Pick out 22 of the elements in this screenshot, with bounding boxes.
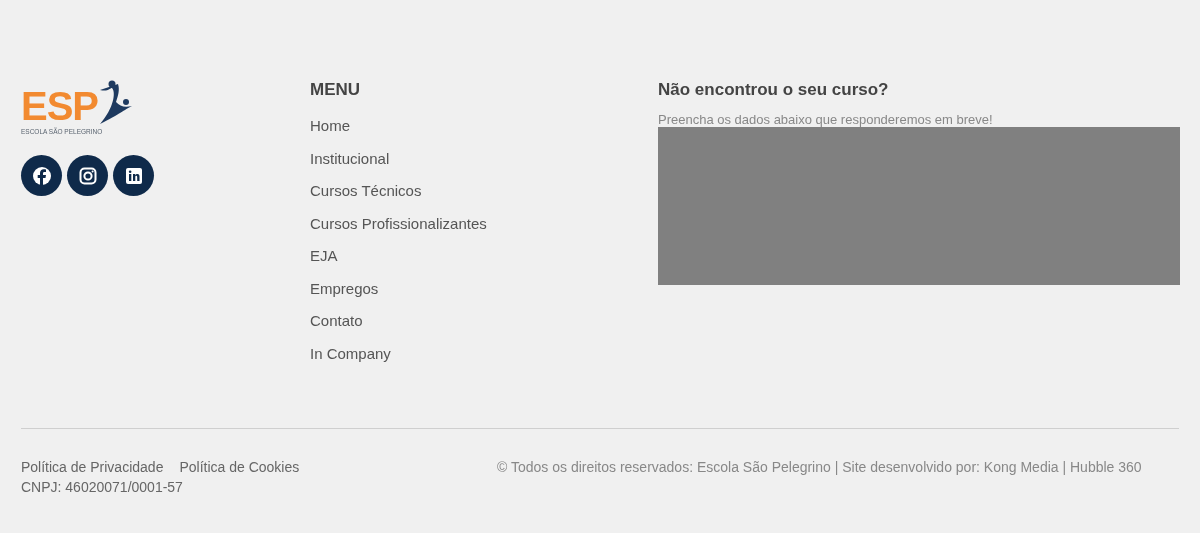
copyright-text: © Todos os direitos reservados: Escola São Pelegrino | Site desenvolvido por: Kong Media | Hubble 360 bbox=[497, 458, 1143, 477]
menu-link[interactable]: Empregos bbox=[310, 272, 379, 305]
menu-link[interactable]: Institucional bbox=[310, 142, 390, 175]
policy-link[interactable]: Política de Cookies bbox=[179, 457, 300, 477]
menu-link[interactable]: Cursos Profissionalizantes bbox=[310, 207, 487, 240]
facebook-icon bbox=[31, 165, 52, 186]
contact-title: Não encontrou o seu curso? bbox=[658, 80, 890, 100]
menu-link[interactable]: Cursos Técnicos bbox=[310, 175, 422, 208]
instagram-icon bbox=[77, 165, 98, 186]
linkedin-icon bbox=[123, 165, 144, 186]
social-button[interactable] bbox=[67, 155, 108, 196]
menu-link[interactable]: EJA bbox=[310, 240, 338, 273]
menu-link[interactable]: Contato bbox=[310, 305, 363, 338]
cnpj-text: CNPJ: 46020071/0001-57 bbox=[21, 478, 184, 497]
menu-link[interactable]: Home bbox=[310, 110, 350, 143]
social-button[interactable] bbox=[21, 155, 62, 196]
policy-link[interactable]: Política de Privacidade bbox=[21, 457, 164, 477]
social-button[interactable] bbox=[113, 155, 154, 196]
contact-subtitle: Preencha os dados abaixo que responderemos em breve! bbox=[658, 112, 994, 127]
logo-wordmark: ESP bbox=[21, 86, 99, 126]
menu-link[interactable]: In Company bbox=[310, 337, 391, 370]
menu-title: MENU bbox=[310, 80, 362, 100]
